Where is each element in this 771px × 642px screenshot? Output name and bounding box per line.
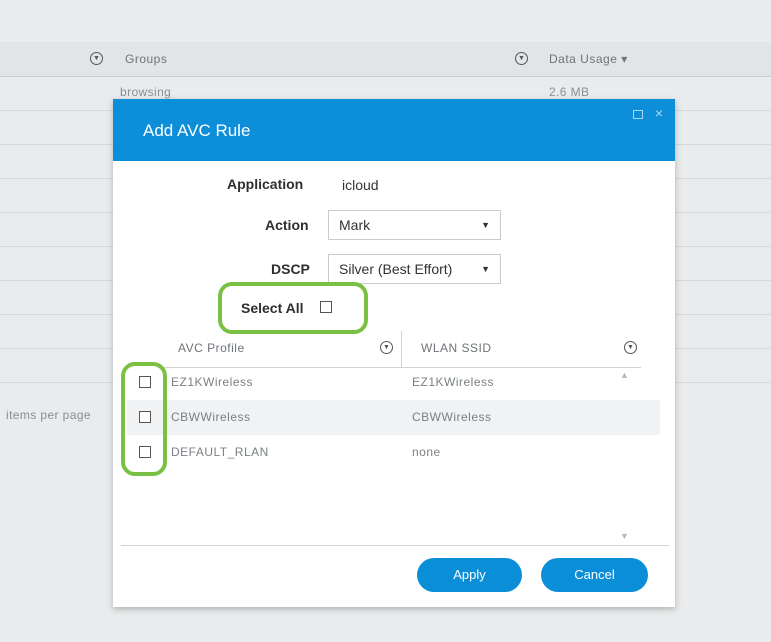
table-row[interactable]: EZ1KWireless EZ1KWireless [127, 365, 660, 400]
table-row[interactable]: DEFAULT_RLAN none [127, 435, 660, 470]
data-usage-column-header[interactable]: Data Usage ▾ [549, 52, 628, 66]
wlan-ssid-cell: EZ1KWireless [412, 375, 495, 389]
filter-icon[interactable]: ▼ [624, 341, 637, 354]
avc-profile-column-header[interactable]: AVC Profile [178, 341, 245, 355]
wlan-ssid-cell: none [412, 445, 441, 459]
application-label: Application [227, 176, 304, 192]
filter-icon[interactable]: ▼ [90, 52, 103, 65]
grid-header: AVC Profile ▼ WLAN SSID ▼ [158, 331, 641, 368]
select-all-highlight [218, 282, 368, 334]
cancel-button[interactable]: Cancel [541, 558, 648, 592]
dialog-header: Add AVC Rule × [113, 99, 675, 161]
scroll-up-icon[interactable]: ▲ [620, 370, 629, 380]
dscp-select-value: Silver (Best Effort) [339, 261, 453, 277]
wlan-ssid-cell: CBWWireless [412, 410, 492, 424]
usage-cell: 2.6 MB [549, 85, 590, 99]
groups-column-header[interactable]: Groups [125, 52, 167, 66]
apply-button[interactable]: Apply [417, 558, 522, 592]
dscp-select[interactable]: Silver (Best Effort) ▼ [328, 254, 501, 284]
action-select[interactable]: Mark ▼ [328, 210, 501, 240]
scroll-down-icon[interactable]: ▼ [620, 531, 629, 541]
row-checkboxes-highlight [121, 362, 167, 476]
avc-profile-cell: DEFAULT_RLAN [171, 445, 269, 459]
table-row[interactable]: CBWWireless CBWWireless [127, 400, 660, 435]
close-icon[interactable]: × [655, 105, 663, 121]
grid-footer-divider [121, 545, 669, 546]
dscp-label: DSCP [271, 261, 310, 277]
filter-icon[interactable]: ▼ [380, 341, 393, 354]
avc-profile-cell: EZ1KWireless [171, 375, 254, 389]
chevron-down-icon: ▼ [481, 220, 490, 230]
application-value: icloud [342, 177, 379, 193]
background-table-header: ▼ Groups ▼ Data Usage ▾ [0, 42, 771, 77]
action-select-value: Mark [339, 217, 371, 233]
action-label: Action [265, 217, 309, 233]
dialog-title: Add AVC Rule [143, 121, 251, 140]
add-avc-rule-dialog: Add AVC Rule × Application icloud Action… [113, 99, 675, 607]
avc-profile-cell: CBWWireless [171, 410, 251, 424]
chevron-down-icon: ▼ [481, 264, 490, 274]
group-cell: browsing [120, 85, 172, 99]
maximize-icon[interactable] [633, 110, 643, 119]
filter-icon[interactable]: ▼ [515, 52, 528, 65]
wlan-ssid-column-header[interactable]: WLAN SSID [421, 341, 492, 355]
items-per-page-label: items per page [6, 408, 91, 422]
column-divider [401, 331, 402, 367]
